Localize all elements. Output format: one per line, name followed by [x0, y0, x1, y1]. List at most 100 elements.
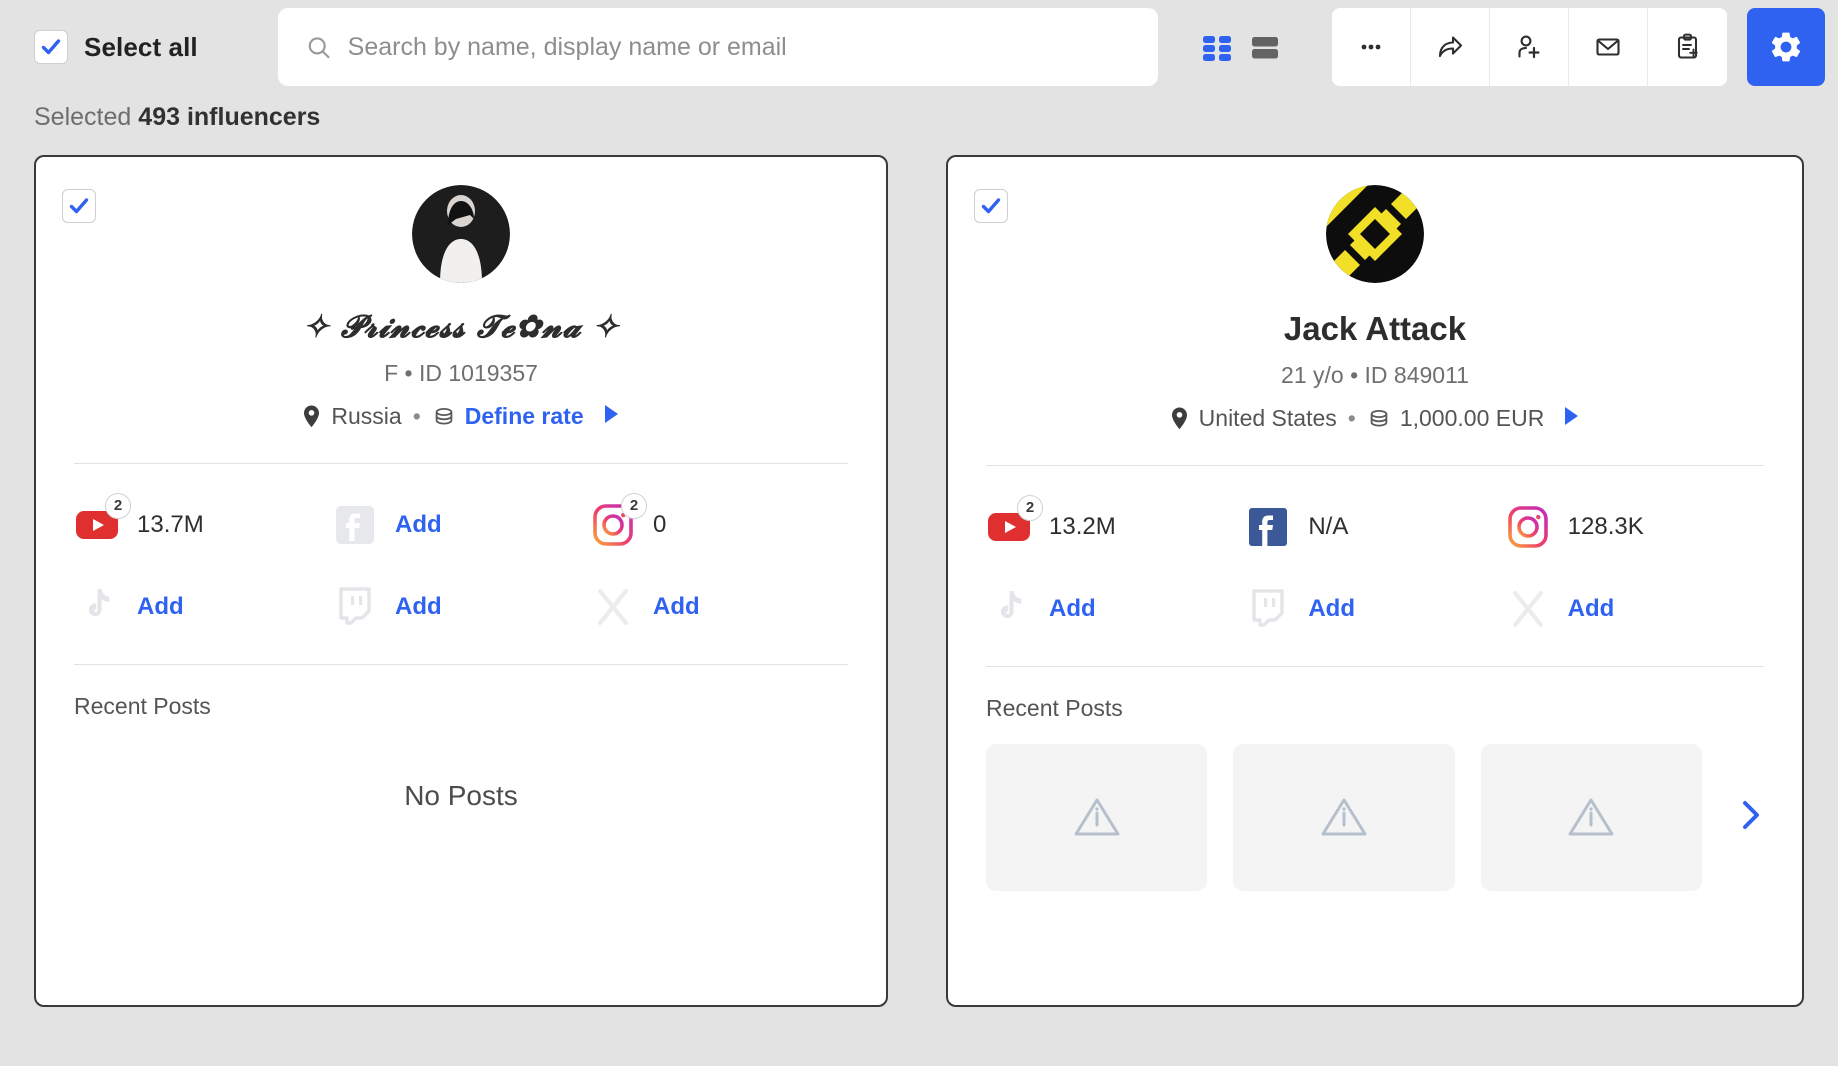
social-stat-facebook[interactable]: Add	[332, 498, 590, 552]
share-button[interactable]	[1411, 8, 1490, 86]
facebook-icon	[1245, 504, 1291, 550]
selection-count: 493 influencers	[138, 102, 321, 131]
tiktok-icon	[74, 584, 120, 630]
twitch-add-link[interactable]: Add	[1308, 595, 1355, 623]
twitch-add-link[interactable]: Add	[395, 593, 442, 621]
twitch-icon	[332, 584, 378, 630]
recent-posts-title: Recent Posts	[74, 692, 211, 719]
instagram-follower-count: 128.3K	[1567, 512, 1644, 540]
add-to-list-button[interactable]	[1648, 8, 1727, 86]
gear-icon	[1771, 32, 1801, 62]
facebook-follower-count: N/A	[1308, 512, 1349, 540]
search-icon	[308, 36, 330, 58]
separator-dot: •	[412, 403, 421, 430]
youtube-follower-count: 13.7M	[137, 510, 204, 538]
card-select-checkbox[interactable]	[62, 189, 96, 223]
warning-triangle-icon	[1074, 798, 1120, 836]
x-add-link[interactable]: Add	[1568, 595, 1615, 623]
list-view-icon[interactable]	[1248, 30, 1282, 64]
x-add-link[interactable]: Add	[653, 593, 700, 621]
checkmark-icon	[41, 39, 61, 55]
add-user-button[interactable]	[1490, 8, 1569, 86]
checkmark-icon	[69, 198, 89, 214]
avatar-row	[74, 157, 848, 283]
warning-triangle-icon	[1568, 798, 1614, 836]
card-select-checkbox[interactable]	[974, 189, 1008, 223]
twitch-icon	[1245, 586, 1291, 632]
location-pin-icon	[1171, 407, 1187, 430]
coins-stack-icon	[1370, 409, 1388, 427]
social-stat-youtube[interactable]: 2 13.7M	[74, 492, 332, 552]
social-stat-instagram[interactable]: 128.3K	[1505, 500, 1764, 554]
more-options-button[interactable]	[1332, 8, 1411, 86]
instagram-icon: 2	[590, 492, 647, 548]
influencer-location-rate: United States • 1,000.00 EUR	[986, 405, 1764, 433]
instagram-icon	[1505, 504, 1551, 550]
social-stat-twitch[interactable]: Add	[1245, 582, 1504, 636]
post-thumbnail[interactable]	[1233, 743, 1455, 891]
search-box[interactable]	[278, 8, 1158, 86]
influencer-location-rate: Russia • Define rate	[74, 403, 848, 431]
social-stat-x[interactable]: Add	[1505, 582, 1764, 636]
post-thumbnail[interactable]	[1480, 743, 1702, 891]
facebook-icon	[332, 502, 378, 548]
grid-view-icon[interactable]	[1200, 30, 1234, 64]
select-all-control[interactable]: Select all	[34, 30, 278, 64]
posts-next-button[interactable]	[1738, 798, 1764, 837]
youtube-icon: 2	[74, 492, 131, 548]
influencer-country: United States	[1198, 405, 1337, 432]
select-all-checkbox[interactable]	[34, 30, 68, 64]
youtube-icon: 2	[986, 494, 1043, 550]
social-stats-grid: 2 13.7M Add 2 0 Add Add Add	[74, 464, 848, 634]
influencer-card[interactable]: Jack Attack 21 y/o • ID 849011 United St…	[946, 155, 1804, 1007]
tiktok-add-link[interactable]: Add	[1049, 595, 1096, 623]
social-stat-youtube[interactable]: 2 13.2M	[986, 494, 1245, 554]
instagram-follower-count: 0	[653, 510, 667, 538]
select-all-label: Select all	[84, 31, 198, 62]
avatar-logo-yellow-diamond-icon	[1326, 185, 1424, 283]
search-input[interactable]	[347, 32, 1130, 62]
youtube-follower-count: 13.2M	[1049, 512, 1116, 540]
social-stat-x[interactable]: Add	[590, 580, 848, 634]
recent-posts-title: Recent Posts	[986, 694, 1123, 721]
view-toggle-group	[1200, 30, 1282, 64]
youtube-account-count-badge: 2	[105, 492, 131, 519]
selection-summary: Selected 493 influencers	[0, 94, 1838, 140]
social-stat-twitch[interactable]: Add	[332, 580, 590, 634]
post-thumbnail[interactable]	[986, 743, 1208, 891]
instagram-account-count-badge: 2	[621, 492, 647, 519]
envelope-icon	[1596, 38, 1620, 56]
influencer-card[interactable]: ✧ 𝓟𝓻𝓲𝓷𝓬𝓮𝓼𝓼 𝓣𝓮✿𝓷𝓪 ✧ F • ID 1019357 Russia…	[34, 155, 888, 1007]
avatar[interactable]	[1326, 185, 1424, 283]
coins-stack-icon	[435, 407, 453, 425]
selection-prefix: Selected	[34, 102, 132, 131]
clipboard-plus-icon	[1677, 33, 1698, 59]
social-stat-facebook[interactable]: N/A	[1245, 500, 1504, 554]
ellipsis-icon	[1361, 44, 1381, 50]
avatar-photo-bw-man-icon	[412, 185, 510, 283]
email-button[interactable]	[1569, 8, 1648, 86]
social-stats-grid: 2 13.2M N/A 128.3K Add Add Add	[986, 466, 1764, 636]
no-posts-message: No Posts	[404, 779, 518, 811]
location-pin-icon	[304, 405, 320, 428]
checkmark-icon	[981, 198, 1001, 214]
x-twitter-icon	[1505, 586, 1551, 632]
define-rate-link[interactable]: Define rate	[465, 403, 584, 430]
avatar[interactable]	[412, 185, 510, 283]
influencer-card-list: ✧ 𝓟𝓻𝓲𝓷𝓬𝓮𝓼𝓼 𝓣𝓮✿𝓷𝓪 ✧ F • ID 1019357 Russia…	[0, 140, 1838, 1007]
social-stat-tiktok[interactable]: Add	[986, 582, 1245, 636]
social-stat-tiktok[interactable]: Add	[74, 580, 332, 634]
influencer-country: Russia	[331, 403, 402, 430]
rate-expand-button[interactable]	[601, 403, 621, 431]
influencer-name: Jack Attack	[1283, 310, 1467, 347]
toolbar: Select all	[0, 0, 1838, 94]
x-twitter-icon	[590, 584, 636, 630]
user-plus-icon	[1518, 35, 1540, 59]
settings-button[interactable]	[1747, 8, 1825, 86]
facebook-add-link[interactable]: Add	[395, 511, 442, 539]
separator-dot: •	[1347, 405, 1356, 432]
rate-expand-button[interactable]	[1561, 405, 1581, 433]
tiktok-add-link[interactable]: Add	[137, 593, 184, 621]
influencer-meta: F • ID 1019357	[384, 359, 538, 386]
social-stat-instagram[interactable]: 2 0	[590, 492, 848, 552]
